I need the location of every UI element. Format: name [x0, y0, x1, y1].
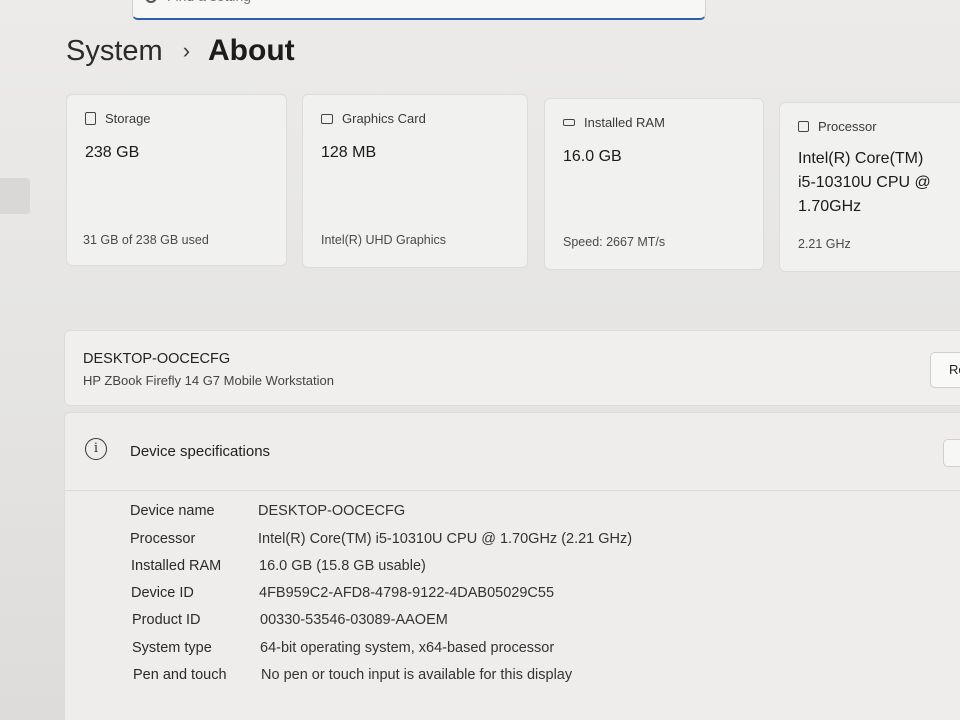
storage-usage: 31 GB of 238 GB used: [83, 233, 209, 247]
device-model: HP ZBook Firefly 14 G7 Mobile Workstatio…: [83, 373, 334, 388]
processor-speed: 2.21 GHz: [798, 237, 851, 251]
spec-label: Pen and touch: [133, 667, 227, 683]
graphics-card-icon: [321, 113, 333, 124]
memory-icon: [563, 119, 575, 126]
ram-value: 16.0 GB: [563, 148, 622, 165]
spec-label: System type: [132, 640, 212, 656]
rename-pc-button[interactable]: Re: [930, 352, 960, 388]
graphics-card-label: Graphics Card: [342, 111, 426, 126]
ram-card[interactable]: Installed RAM 16.0 GB Speed: 2667 MT/s: [544, 98, 764, 270]
breadcrumb-system-link[interactable]: System: [66, 35, 163, 68]
processor-icon: [798, 121, 809, 132]
processor-card[interactable]: Processor Intel(R) Core(TM) i5-10310U CP…: [779, 102, 960, 272]
settings-window: System › About Storage 238 GB 31 GB of 2…: [0, 0, 960, 720]
chevron-right-icon: ›: [182, 38, 191, 63]
processor-label: Processor: [818, 119, 877, 134]
spec-row-device-name: Device name DESKTOP-OOCECFG: [130, 503, 405, 519]
device-specifications-title: Device specifications: [130, 443, 271, 460]
processor-value-line-2: i5-10310U CPU @: [798, 174, 931, 191]
processor-card-header: Processor: [798, 119, 877, 134]
device-name-bar: DESKTOP-OOCECFG HP ZBook Firefly 14 G7 M…: [64, 330, 960, 406]
spec-value: 00330-53546-03089-AAOEM: [260, 612, 448, 628]
spec-value: Intel(R) Core(TM) i5-10310U CPU @ 1.70GH…: [258, 531, 633, 547]
search-input[interactable]: [167, 0, 587, 4]
spec-row-pen-and-touch: Pen and touch No pen or touch input is a…: [133, 667, 572, 683]
spec-label: Product ID: [132, 612, 201, 628]
device-specifications-header[interactable]: i Device specifications: [65, 413, 960, 491]
graphics-card[interactable]: Graphics Card 128 MB Intel(R) UHD Graphi…: [302, 94, 528, 268]
ram-speed: Speed: 2667 MT/s: [563, 235, 666, 249]
breadcrumb: System › About: [66, 34, 295, 68]
search-box[interactable]: [132, 0, 706, 20]
graphics-memory-value: 128 MB: [321, 144, 377, 161]
storage-label: Storage: [105, 111, 151, 126]
spec-row-system-type: System type 64-bit operating system, x64…: [132, 640, 554, 656]
spec-label: Installed RAM: [131, 558, 222, 574]
spec-value: No pen or touch input is available for t…: [261, 667, 573, 683]
processor-value-line-1: Intel(R) Core(TM): [798, 150, 924, 167]
processor-value: Intel(R) Core(TM) i5-10310U CPU @ 1.70GH…: [798, 147, 931, 219]
spec-value: DESKTOP-OOCECFG: [258, 503, 406, 519]
search-icon: [145, 0, 157, 3]
storage-value: 238 GB: [85, 144, 140, 161]
spec-row-product-id: Product ID 00330-53546-03089-AAOEM: [132, 612, 448, 628]
spec-row-processor: Processor Intel(R) Core(TM) i5-10310U CP…: [130, 531, 632, 547]
spec-row-device-id: Device ID 4FB959C2-AFD8-4798-9122-4DAB05…: [131, 585, 554, 601]
device-hostname: DESKTOP-OOCECFG: [83, 351, 231, 367]
spec-label: Device name: [130, 503, 215, 519]
processor-value-line-3: 1.70GHz: [798, 198, 862, 215]
info-icon: i: [85, 438, 107, 460]
ram-card-header: Installed RAM: [563, 115, 665, 130]
spec-label: Processor: [130, 531, 196, 547]
page-title: About: [208, 34, 295, 67]
storage-card[interactable]: Storage 238 GB 31 GB of 238 GB used: [66, 94, 287, 266]
spec-value: 16.0 GB (15.8 GB usable): [259, 558, 426, 574]
spec-value: 64-bit operating system, x64-based proce…: [260, 640, 555, 656]
nav-item-selected[interactable]: [0, 178, 30, 214]
graphics-card-header: Graphics Card: [321, 111, 426, 126]
spec-value: 4FB959C2-AFD8-4798-9122-4DAB05029C55: [259, 585, 555, 601]
spec-label: Device ID: [131, 585, 194, 601]
copy-button[interactable]: [943, 439, 960, 467]
graphics-adapter-name: Intel(R) UHD Graphics: [321, 233, 447, 247]
spec-row-installed-ram: Installed RAM 16.0 GB (15.8 GB usable): [131, 558, 426, 574]
storage-icon: [85, 112, 96, 125]
ram-label: Installed RAM: [584, 115, 665, 130]
storage-card-header: Storage: [85, 111, 151, 126]
